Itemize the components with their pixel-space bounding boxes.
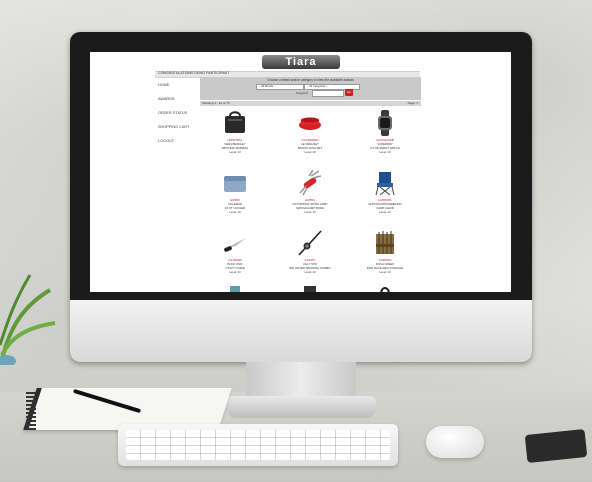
product-level: Level: 10 [379, 270, 391, 274]
camp-chair-icon [375, 172, 395, 196]
result-count: Showing 1 - 12 of 75 [202, 101, 230, 105]
nav-item-awards[interactable]: AWARDS [158, 96, 200, 110]
product-card[interactable]: HM607BKL VERA BRADLEY HIPSTER HANDBAG Le… [200, 108, 270, 168]
product-thumbnail-icon [380, 287, 390, 292]
nav-item-order-status[interactable]: ORDER STATUS [158, 110, 200, 124]
product-level: Level: 10 [304, 210, 316, 214]
product-card[interactable]: SKW6120SB SUPERDRY GT SB SMART WATCH Lev… [350, 108, 420, 168]
monitor-stand [246, 362, 356, 400]
website-screen: Tiara CONGRATULATIONS DEMO PARTICIPANT H… [90, 52, 511, 292]
brand-select[interactable]: -- All Brands -- [256, 84, 304, 90]
keyword-input[interactable] [312, 90, 344, 97]
product-card[interactable]: HM650RF ALPS MOUNTAINEERING CAMP CHAIR L… [350, 168, 420, 228]
product-thumbnail-icon [304, 286, 316, 292]
nav-item-logout[interactable]: LOGOUT [158, 138, 200, 152]
desk-photo: Tiara CONGRATULATIONS DEMO PARTICIPANT H… [0, 0, 592, 482]
nav-item-shopping-cart[interactable]: SHOPPING CART [158, 124, 200, 138]
product-card[interactable]: KS1657 UGLY STIK BIG WATER SPINNING COMB… [275, 228, 345, 288]
handbag-icon [225, 111, 245, 133]
product-card[interactable]: CPV6800RD LE CREUSET BAKING DISH SET Lev… [275, 108, 345, 168]
product-level: Level: 10 [229, 210, 241, 214]
product-level: Level: 10 [304, 270, 316, 274]
product-card[interactable]: HM655 COLEMAN 16 QT COOLER Level: 10 [200, 168, 270, 228]
product-card[interactable]: HM651 VICTORINOX SWISS ARMY SWISSCHAMP K… [275, 168, 345, 228]
results-bar: Showing 1 - 12 of 75 Page: 1 [200, 101, 421, 106]
fishing-rod-icon [298, 230, 322, 256]
page-indicator[interactable]: Page: 1 [408, 101, 418, 106]
notebook-spiral [26, 392, 36, 432]
go-button[interactable]: Go [345, 89, 353, 96]
search-prompt: Choose a brand and/or category to view t… [267, 78, 354, 82]
monitor-stand-base [226, 396, 376, 418]
product-level: Level: 10 [379, 210, 391, 214]
keyword-label: Keyword: [296, 91, 309, 95]
nav-item-home[interactable]: HOME [158, 82, 200, 96]
product-grid: HM607BKL VERA BRADLEY HIPSTER HANDBAG Le… [200, 108, 421, 292]
cooler-icon [224, 176, 246, 192]
side-nav: HOME AWARDS ORDER STATUS SHOPPING CART L… [158, 79, 200, 184]
product-level: Level: 10 [229, 150, 241, 154]
plant-leaves-icon [0, 274, 56, 365]
rod-rack-icon [376, 231, 394, 254]
swiss-knife-icon [299, 170, 322, 196]
product-level: Level: 10 [229, 270, 241, 274]
monitor-chin [70, 300, 532, 362]
utility-knife-icon [224, 238, 246, 252]
keyboard-keys [126, 430, 390, 460]
search-panel: Choose a brand and/or category to view t… [200, 77, 421, 100]
product-level: Level: 10 [379, 150, 391, 154]
product-card[interactable]: KS1800W BUCK KNIF UTILITY KNIFE Level: 1… [200, 228, 270, 288]
mouse [426, 426, 484, 458]
product-thumbnail-icon [230, 286, 240, 292]
keyboard [118, 424, 398, 466]
smartwatch-icon [378, 110, 392, 136]
product-card[interactable]: KS3803N RUSH CREEK ROD RACK/ARM STORAGE … [350, 228, 420, 288]
site-logo[interactable]: Tiara [262, 55, 340, 69]
baking-dish-icon [299, 117, 321, 130]
welcome-message: CONGRATULATIONS DEMO PARTICIPANT [158, 71, 230, 75]
product-level: Level: 10 [304, 150, 316, 154]
